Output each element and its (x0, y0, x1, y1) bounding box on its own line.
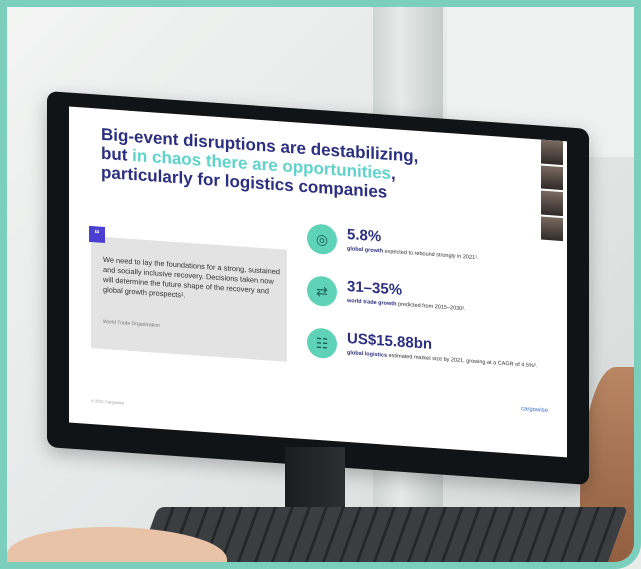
truck-icon: ☷ (307, 327, 337, 360)
participant-thumbnail (541, 165, 563, 191)
quote-icon: “ (89, 225, 105, 244)
stat-description: world trade growth predicted from 2015–2… (347, 297, 466, 313)
stat-description: global logistics estimated market size b… (347, 349, 538, 370)
video-call-thumbnails (541, 139, 563, 242)
globe-icon: ◎ (307, 223, 337, 256)
stat-value: 31–35% (347, 277, 403, 299)
monitor: Big-event disruptions are destabilizing,… (47, 91, 589, 485)
trade-arrows-icon: ⇄ (307, 275, 337, 308)
participant-thumbnail (541, 216, 563, 242)
stat-global-growth: ◎ 5.8% global growth expected to rebound… (307, 223, 557, 261)
stat-world-trade: ⇄ 31–35% world trade growth predicted fr… (307, 275, 557, 312)
slide-footnotes (91, 376, 551, 420)
title-line-2-start: but (101, 143, 133, 165)
copyright: © 2021 Cargowise (91, 398, 124, 406)
participant-thumbnail (541, 139, 563, 165)
participant-thumbnail (541, 190, 563, 216)
presentation-slide: Big-event disruptions are destabilizing,… (69, 106, 567, 458)
stat-description: global growth expected to rebound strong… (347, 245, 479, 262)
photo-frame: Big-event disruptions are destabilizing,… (0, 0, 641, 569)
stat-value: 5.8% (347, 225, 382, 246)
slide-title: Big-event disruptions are destabilizing,… (101, 125, 461, 207)
title-comma: , (390, 164, 396, 184)
stat-global-logistics: ☷ US$15.88bn global logistics estimated … (307, 327, 557, 369)
stat-value: US$15.88bn (347, 329, 433, 353)
